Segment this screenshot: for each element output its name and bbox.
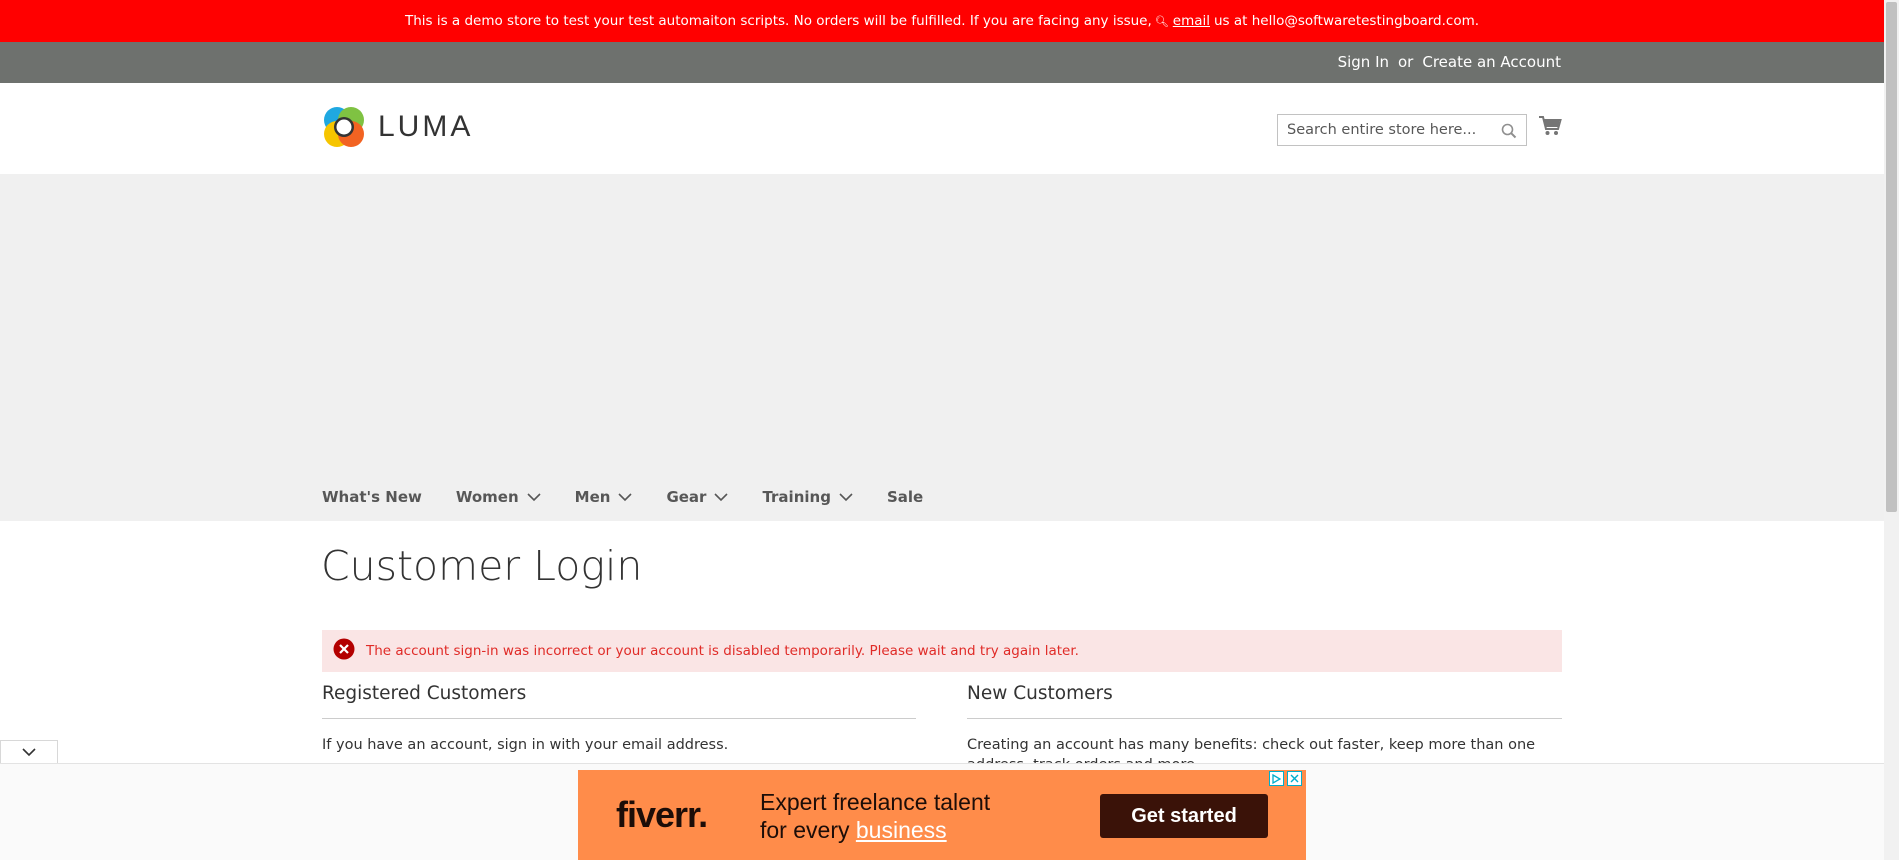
chevron-down-icon — [22, 748, 36, 757]
chevron-down-icon — [714, 492, 729, 501]
or-text: or — [1398, 53, 1414, 71]
registered-customers-text: If you have an account, sign in with you… — [322, 737, 729, 753]
registered-customers-block: Registered Customers If you have an acco… — [322, 683, 916, 755]
chevron-down-icon — [839, 492, 853, 501]
demo-notice-text: This is a demo store to test your test a… — [404, 13, 1152, 29]
search-input[interactable] — [1278, 115, 1488, 145]
ad-get-started-button[interactable]: Get started — [1100, 794, 1268, 838]
account-bar: Sign In or Create an Account — [0, 42, 1884, 83]
email-link[interactable]: email — [1173, 13, 1210, 29]
demo-notice-bar: This is a demo store to test your test a… — [0, 0, 1884, 42]
error-message: The account sign-in was incorrect or you… — [322, 630, 1562, 672]
nav-item-what-s-new[interactable]: What's New — [322, 488, 422, 506]
registered-customers-heading: Registered Customers — [322, 683, 916, 719]
nav-item-label: Women — [455, 488, 519, 506]
nav-item-label: Gear — [666, 488, 707, 506]
main-nav: What's New Women Men Gear Training Sale — [322, 488, 957, 506]
error-text: The account sign-in was incorrect or you… — [366, 643, 1079, 659]
adchoices-icon[interactable] — [1269, 771, 1284, 786]
nav-item-sale[interactable]: Sale — [887, 488, 923, 506]
ad-collapse-toggle[interactable] — [0, 740, 58, 764]
ad-close-icon[interactable] — [1287, 771, 1302, 786]
luma-logo-icon — [324, 107, 364, 147]
ad-tagline-link[interactable]: business — [856, 817, 947, 843]
nav-item-label: Sale — [886, 488, 924, 506]
logo-text: LUMA — [378, 110, 474, 143]
search-icon[interactable] — [1501, 123, 1517, 143]
nav-item-label: Men — [574, 488, 611, 506]
nav-item-training[interactable]: Training — [762, 488, 853, 506]
luma-logo[interactable]: LUMA — [322, 105, 473, 149]
cart-icon[interactable] — [1538, 115, 1562, 141]
create-account-link[interactable]: Create an Account — [1422, 53, 1561, 71]
page-title: Customer Login — [321, 542, 643, 590]
ad-tagline-line1: Expert freelance talent — [760, 789, 991, 815]
nav-item-label: What's New — [322, 488, 422, 506]
nav-item-women[interactable]: Women — [456, 488, 541, 506]
ad-tagline-prefix: for every — [760, 817, 850, 843]
error-icon — [333, 638, 355, 664]
scrollbar-thumb[interactable] — [1886, 2, 1897, 512]
sign-in-link[interactable]: Sign In — [1338, 53, 1389, 71]
site-header: LUMA — [0, 83, 1884, 174]
new-customers-heading: New Customers — [967, 683, 1562, 719]
nav-item-men[interactable]: Men — [575, 488, 633, 506]
search-box — [1277, 114, 1527, 146]
nav-item-gear[interactable]: Gear — [666, 488, 729, 506]
chevron-down-icon — [527, 492, 541, 501]
key-icon: 🔍︎ — [1154, 14, 1169, 28]
fiverr-ad-banner[interactable]: fiverr. Expert freelance talent for ever… — [578, 770, 1306, 860]
chevron-down-icon — [618, 492, 633, 501]
hero-banner: What's New Women Men Gear Training Sale — [0, 174, 1884, 521]
new-customers-block: New Customers Creating an account has ma… — [967, 683, 1562, 775]
demo-notice-text-after: us at hello@softwaretestingboard.com. — [1214, 13, 1480, 29]
ad-tagline: Expert freelance talent for every busine… — [760, 788, 990, 844]
ad-brand: fiverr. — [616, 794, 708, 835]
nav-item-label: Training — [762, 488, 831, 506]
